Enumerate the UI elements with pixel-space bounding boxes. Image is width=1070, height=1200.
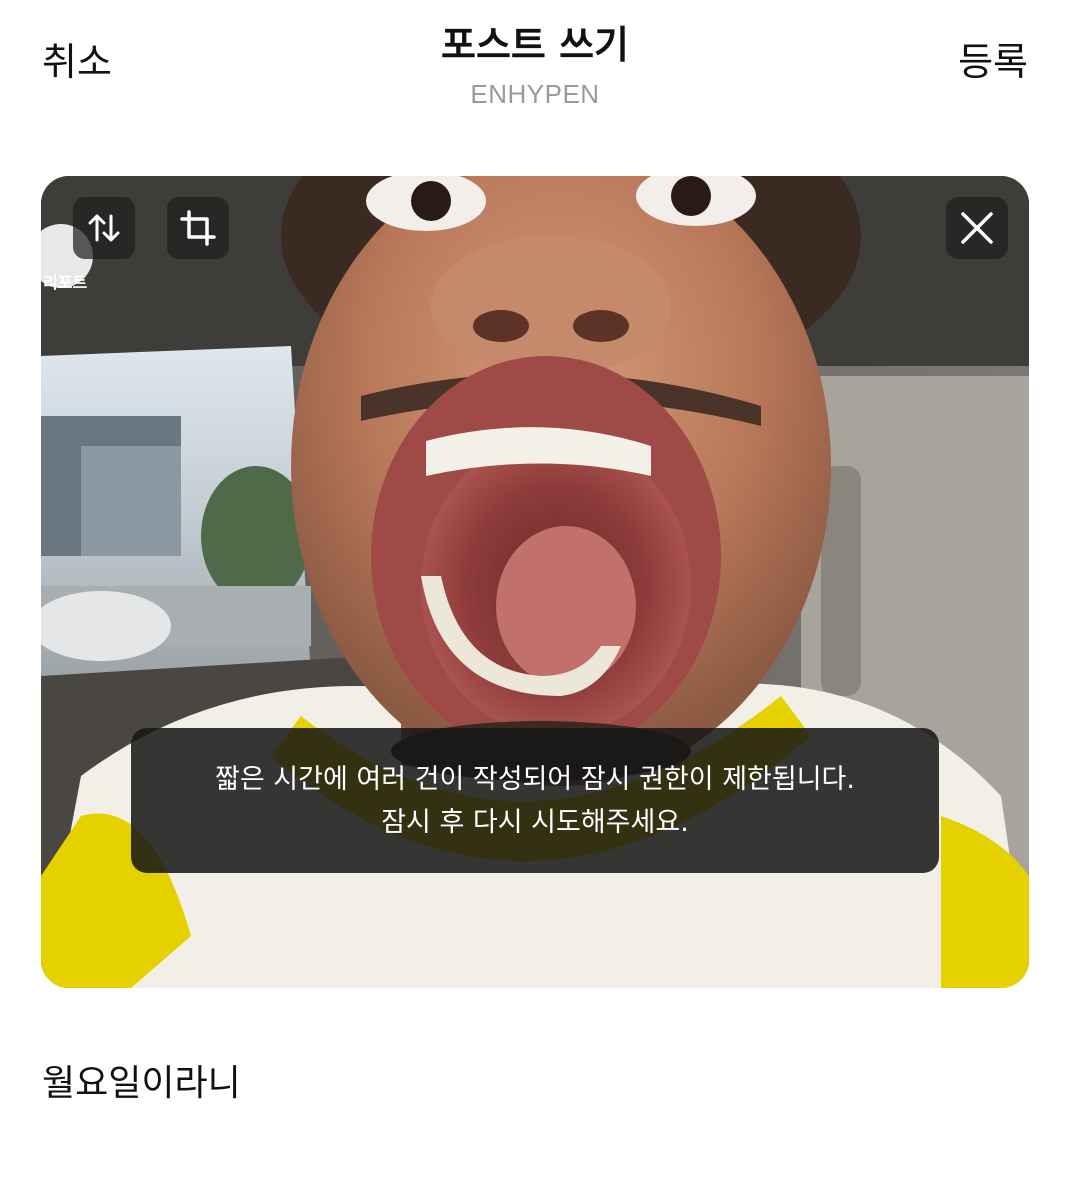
title-block: 포스트 쓰기 ENHYPEN [0, 20, 1070, 112]
swap-vertical-icon [88, 214, 120, 242]
toast-message-line-2: 잠시 후 다시 시도해주세요. [381, 806, 689, 838]
toast-message-line-1: 짧은 시간에 여러 건이 작성되어 잠시 권한이 제한됩니다. [215, 763, 855, 795]
crop-icon [180, 210, 216, 246]
community-name: ENHYPEN [470, 79, 600, 109]
rate-limit-toast: 짧은 시간에 여러 건이 작성되어 잠시 권한이 제한됩니다. 잠시 후 다시 … [131, 728, 939, 873]
attached-image: 리포트 짧은 시간에 여러 건이 작성되어 잠시 권한이 제한됩니다. 잠시 후… [41, 176, 1029, 988]
crop-button[interactable] [167, 197, 229, 259]
page-title: 포스트 쓰기 [440, 23, 630, 67]
remove-image-button[interactable] [946, 197, 1008, 259]
post-body-text[interactable]: 월요일이라니 [42, 1060, 241, 1108]
close-icon [961, 212, 993, 244]
reorder-button[interactable] [73, 197, 135, 259]
svg-text:리포트: 리포트 [43, 273, 87, 292]
top-bar: 취소 포스트 쓰기 ENHYPEN 등록 [0, 0, 1070, 130]
submit-button[interactable]: 등록 [958, 36, 1028, 88]
